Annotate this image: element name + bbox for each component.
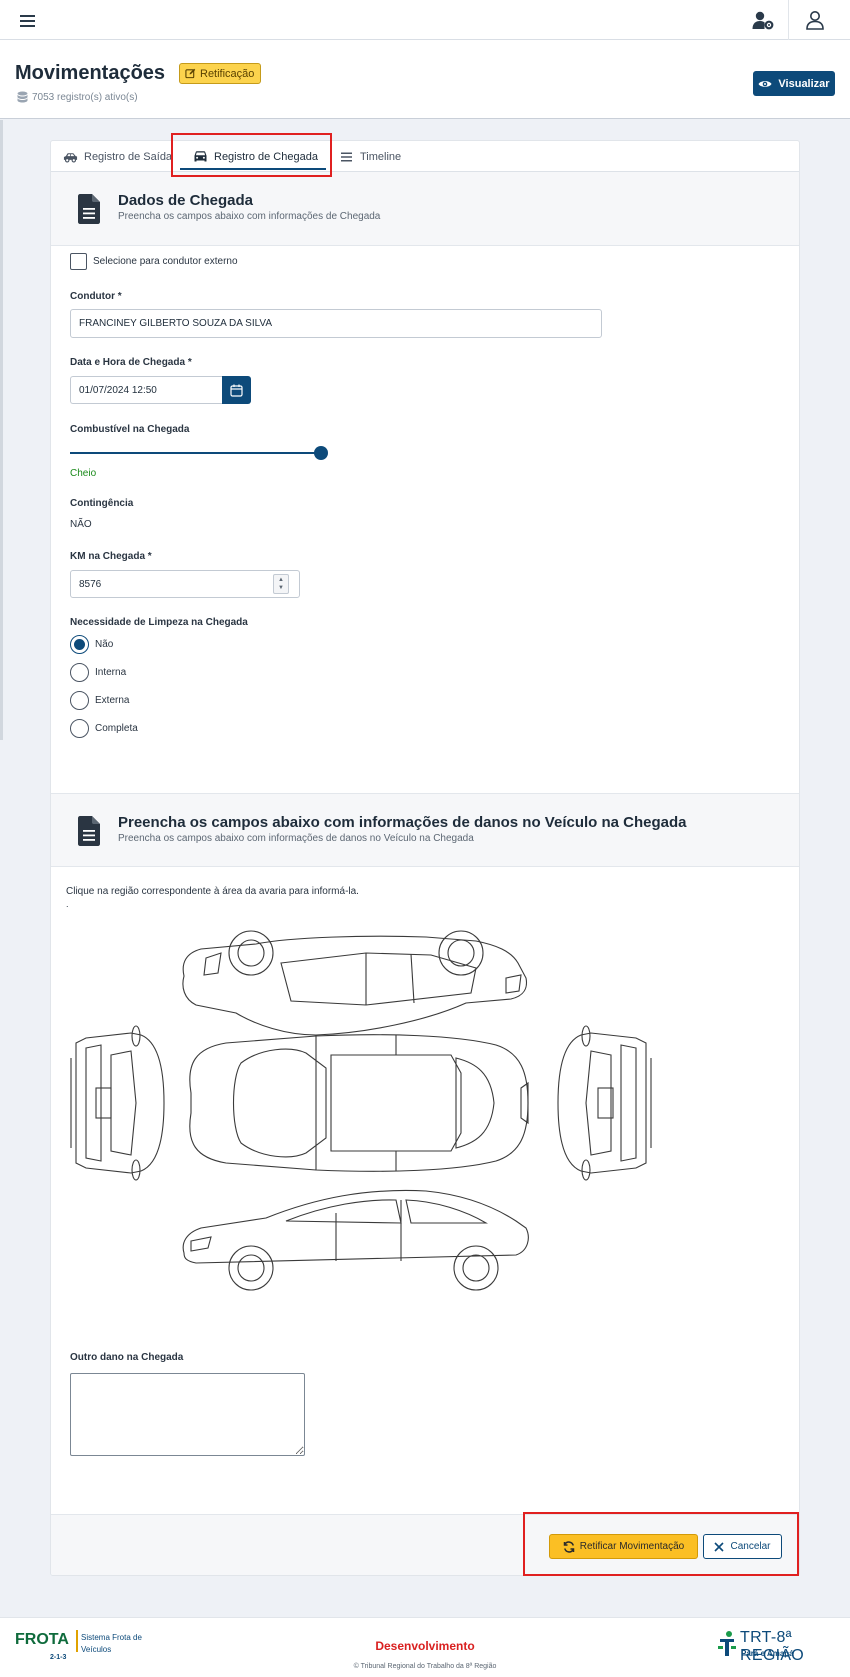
highlight-box-tab xyxy=(171,133,332,177)
driver-field[interactable] xyxy=(70,309,602,338)
topbar-divider xyxy=(788,0,789,40)
external-driver-label: Selecione para condutor externo xyxy=(93,256,238,267)
instruction-dot: . xyxy=(66,899,69,909)
list-icon xyxy=(341,152,352,161)
car-side-top-view[interactable] xyxy=(182,930,528,1036)
section-subtitle: Preencha os campos abaixo com informaçõe… xyxy=(118,833,474,844)
tab-registro-saida[interactable]: Registro de Saída xyxy=(63,141,172,172)
section-subtitle: Preencha os campos abaixo com informaçõe… xyxy=(118,211,381,222)
radio-button[interactable] xyxy=(70,691,89,710)
copyright-text: © Tribunal Regional do Trabalho da 8ª Re… xyxy=(353,1663,497,1670)
user-icon[interactable] xyxy=(805,10,825,30)
badge-label: Retificação xyxy=(200,67,255,80)
radio-label: Externa xyxy=(95,695,130,706)
fuel-slider-track[interactable] xyxy=(70,452,320,454)
records-label: 7053 registro(s) ativo(s) xyxy=(32,91,138,103)
damage-section-header: Preencha os campos abaixo com informaçõe… xyxy=(51,793,799,867)
contingency-label: Contingência xyxy=(70,498,134,509)
sidebar-edge xyxy=(0,120,3,740)
hamburger-icon[interactable] xyxy=(20,12,40,28)
datetime-label: Data e Hora de Chegada * xyxy=(70,357,192,368)
arrival-datetime-field[interactable] xyxy=(70,376,222,404)
view-button-label: Visualizar xyxy=(778,77,830,90)
org-name: TRT-8ª REGIÃO xyxy=(740,1629,805,1664)
arrival-section-header: Dados de Chegada Preencha os campos abai… xyxy=(51,172,799,246)
other-damage-textarea[interactable] xyxy=(70,1373,305,1456)
main-card: Registro de Saída Registro de Chegada Ti… xyxy=(50,140,800,1576)
fuel-value: Cheio xyxy=(70,468,97,479)
org-subtitle: Pará e Amapá xyxy=(741,1649,794,1658)
radio-label: Completa xyxy=(95,723,138,734)
car-top-view[interactable] xyxy=(189,1034,529,1172)
fuel-slider-thumb[interactable] xyxy=(314,446,328,460)
page-title: Movimentações xyxy=(15,62,166,84)
top-bar xyxy=(0,0,850,40)
site-footer: FROTA 2-1-3 Sistema Frota de Veículos De… xyxy=(0,1617,850,1677)
tab-timeline[interactable]: Timeline xyxy=(339,141,401,172)
radio-button[interactable] xyxy=(70,719,89,738)
tab-label: Registro de Saída xyxy=(84,150,173,163)
document-icon xyxy=(78,194,100,224)
highlight-box-actions xyxy=(523,1512,799,1576)
status-badge: Retificação xyxy=(179,63,262,84)
cleaning-option-externa[interactable]: Externa xyxy=(70,691,129,710)
calendar-button[interactable] xyxy=(222,376,251,404)
section-title: Preencha os campos abaixo com informaçõe… xyxy=(118,814,687,831)
records-count: 7053 registro(s) ativo(s) xyxy=(17,91,138,103)
edit-icon xyxy=(185,68,196,79)
cleaning-option-interna[interactable]: Interna xyxy=(70,663,126,682)
km-label: KM na Chegada * xyxy=(70,551,152,562)
tab-label: Timeline xyxy=(360,150,402,163)
other-damage-label: Outro dano na Chegada xyxy=(70,1352,184,1363)
cleaning-label: Necessidade de Limpeza na Chegada xyxy=(70,617,248,628)
document-icon xyxy=(78,816,100,846)
external-driver-checkbox-row[interactable]: Selecione para condutor externo xyxy=(70,253,238,270)
fuel-label: Combustível na Chegada xyxy=(70,424,190,435)
radio-label: Não xyxy=(95,639,114,650)
cleaning-option-completa[interactable]: Completa xyxy=(70,719,138,738)
radio-button[interactable] xyxy=(70,635,89,654)
car-front-view[interactable] xyxy=(70,1025,165,1181)
driver-label: Condutor * xyxy=(70,291,122,302)
contingency-value: NÃO xyxy=(70,519,92,530)
cleaning-option-nao[interactable]: Não xyxy=(70,635,113,654)
km-field[interactable] xyxy=(70,570,300,598)
car-side-bottom-view[interactable] xyxy=(182,1189,529,1291)
car-side-icon xyxy=(63,152,78,163)
eye-icon xyxy=(758,80,772,87)
view-button[interactable]: Visualizar xyxy=(753,71,835,96)
external-driver-checkbox[interactable] xyxy=(70,253,87,270)
km-stepper[interactable]: ▲ ▼ xyxy=(273,574,289,594)
frota-version: 2-1-3 xyxy=(50,1654,67,1661)
trt-logo-icon xyxy=(718,1631,736,1656)
calendar-icon xyxy=(230,384,243,397)
car-damage-diagram[interactable] xyxy=(66,923,656,1306)
car-rear-view[interactable] xyxy=(557,1025,652,1181)
section-title: Dados de Chegada xyxy=(118,192,254,209)
damage-instruction: Clique na região correspondente à área d… xyxy=(66,886,359,897)
radio-button[interactable] xyxy=(70,663,89,682)
database-icon xyxy=(17,91,28,103)
user-gear-icon[interactable] xyxy=(752,10,774,30)
tab-bar: Registro de Saída Registro de Chegada Ti… xyxy=(51,141,799,172)
page-header: Movimentações Retificação 7053 registro(… xyxy=(0,40,850,119)
radio-label: Interna xyxy=(95,667,127,678)
